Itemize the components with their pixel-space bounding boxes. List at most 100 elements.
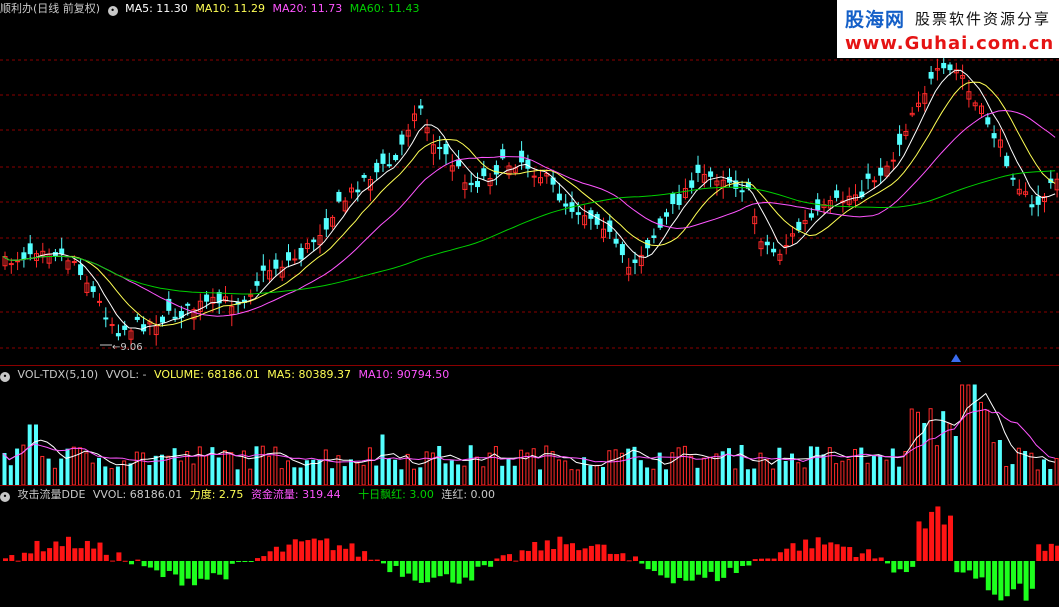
dde-bar: [103, 554, 109, 561]
volume-panel[interactable]: • VOL-TDX(5,10) VVOL: - VOLUME: 68186.01…: [0, 366, 1059, 486]
settings-dot-icon[interactable]: •: [0, 492, 10, 502]
panel-divider: [0, 365, 1059, 366]
candle-body: [897, 133, 903, 145]
dde-bar: [292, 539, 298, 561]
dde-bar: [488, 561, 494, 567]
dde-bar: [242, 561, 248, 562]
dde-bar: [891, 561, 897, 573]
volume-bar: [216, 457, 221, 486]
dde-bar: [859, 553, 865, 561]
dde-bar: [406, 561, 412, 574]
volume-bar: [846, 459, 851, 486]
dde-bar: [494, 558, 500, 561]
volume-bar: [267, 455, 272, 486]
dde-title: 攻击流量DDE: [17, 488, 86, 501]
volume-bar: [1042, 459, 1046, 486]
candle-body: [575, 212, 581, 215]
dde-chart[interactable]: [0, 486, 1059, 607]
dde-bar: [847, 547, 853, 561]
volume-bar: [342, 466, 347, 486]
volume-bar: [897, 466, 902, 486]
candle-body: [323, 218, 329, 230]
dde-bar: [462, 561, 468, 578]
volume-bar: [374, 465, 379, 486]
dde-bar: [670, 561, 676, 584]
volume-bar: [418, 467, 423, 486]
dde-bar: [84, 540, 90, 561]
volume-bar: [443, 463, 448, 486]
volume-bar: [979, 401, 983, 486]
candle-body: [1010, 177, 1016, 180]
volume-bar: [739, 444, 744, 486]
volume-bar: [197, 446, 202, 486]
dde-bar: [840, 546, 846, 561]
dde-bar: [979, 561, 985, 578]
candle-body: [204, 294, 210, 302]
dde-bar: [576, 550, 582, 561]
candle-body: [651, 235, 657, 238]
volume-bar: [241, 450, 246, 486]
settings-dot-icon[interactable]: •: [0, 372, 10, 382]
candle-body: [254, 281, 260, 286]
dde-bar: [809, 548, 815, 561]
volume-bar: [1004, 465, 1009, 486]
volume-bar: [884, 459, 889, 486]
volume-bar: [966, 384, 971, 486]
dde-bar: [607, 553, 613, 561]
volume-bar: [153, 455, 158, 486]
candle-body: [260, 265, 266, 271]
dde-bar: [784, 548, 790, 561]
volume-bar: [632, 446, 637, 486]
dde-bar: [1042, 550, 1048, 561]
dde-bar: [708, 561, 714, 572]
volume-bar: [1054, 458, 1059, 486]
volume-bar: [141, 452, 146, 486]
candle-body: [676, 193, 682, 206]
candle-body: [657, 218, 663, 228]
volume-bar: [191, 463, 196, 486]
dde-panel[interactable]: • 攻击流量DDE VVOL: 68186.01 力度: 2.75 资金流量: …: [0, 486, 1059, 607]
candle-body: [97, 300, 102, 303]
volume-bar: [865, 462, 870, 486]
candle-body: [27, 243, 33, 255]
volume-bar: [626, 448, 631, 486]
shiri-readout: 十日飘红: 3.00: [358, 488, 434, 501]
volume-bar: [493, 446, 498, 486]
candle-body: [991, 133, 997, 139]
dde-bar: [355, 556, 361, 561]
dde-bar: [72, 548, 78, 561]
volume-bar: [601, 466, 605, 486]
ma10-readout: MA10: 11.29: [195, 2, 266, 15]
candle-body: [739, 190, 745, 193]
volume-bar: [1023, 450, 1028, 486]
settings-dot-icon[interactable]: •: [107, 6, 118, 16]
volume-bar: [613, 449, 618, 486]
lidu-readout: 力度: 2.75: [189, 488, 244, 501]
dde-bar: [532, 542, 538, 561]
dde-bar: [777, 552, 783, 561]
dde-bar: [645, 561, 651, 570]
dde-bar: [53, 541, 59, 561]
dde-bar: [173, 561, 179, 575]
dde-bar: [954, 561, 960, 573]
volume-chart[interactable]: [0, 366, 1059, 486]
volume-bar: [235, 469, 240, 486]
dde-bar: [236, 561, 242, 563]
candle-body: [361, 175, 367, 178]
dde-bar: [28, 553, 34, 561]
candle-body: [90, 286, 96, 292]
dde-bar: [450, 561, 456, 583]
dde-bar: [929, 511, 935, 561]
candle-body: [115, 333, 121, 337]
volume-bar: [147, 464, 152, 486]
candle-body: [878, 167, 884, 176]
candle-body: [808, 213, 814, 218]
volume-bar: [802, 467, 807, 486]
volume-bar: [645, 467, 650, 486]
dde-bar: [595, 544, 601, 561]
volume-bar: [40, 455, 45, 486]
dde-bar: [973, 561, 979, 579]
dde-bar: [853, 557, 859, 561]
dde-bar: [336, 545, 342, 561]
dde-bar: [828, 542, 834, 561]
